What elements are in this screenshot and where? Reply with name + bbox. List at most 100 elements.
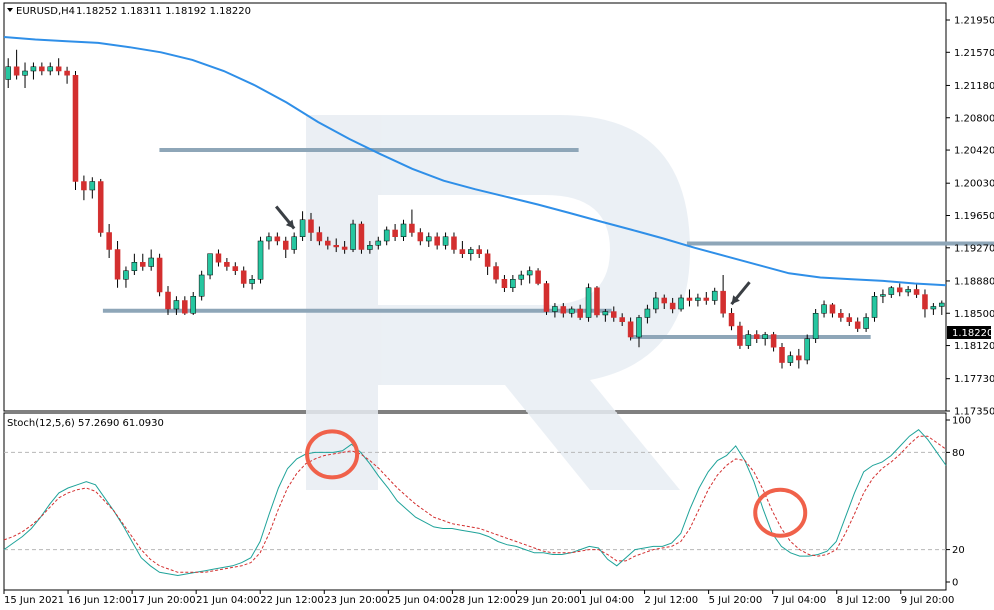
bull-candle-body	[123, 270, 129, 280]
bull-candle-body	[425, 236, 432, 242]
price-axis-label: 1.19270	[954, 243, 994, 254]
bull-candle-body	[249, 279, 255, 284]
bull-candle-body	[711, 290, 718, 301]
bear-candle-body	[81, 181, 87, 191]
bull-candle-body	[383, 229, 390, 242]
bull-candle-body	[350, 223, 356, 250]
bull-candle-body	[526, 270, 533, 276]
price-axis-label: 1.20420	[954, 146, 994, 157]
bear-candle-body	[140, 262, 146, 267]
bull-candle-body	[602, 311, 609, 316]
bull-candle-body	[636, 317, 642, 338]
bear-candle-body	[451, 236, 457, 250]
current-price-label: 1.18220	[952, 328, 993, 339]
bear-candle-body	[779, 347, 785, 363]
bear-candle-body	[796, 355, 802, 361]
bear-candle-body	[224, 262, 230, 267]
bear-candle-body	[737, 325, 743, 346]
candle	[358, 221, 365, 254]
bull-candle-body	[812, 313, 819, 339]
bull-candle-body	[468, 249, 474, 254]
ohlc-values: 1.18252 1.18311 1.18192 1.18220	[76, 6, 251, 17]
bear-candle-body	[106, 232, 112, 250]
bear-candle-body	[661, 297, 668, 304]
bull-candle-body	[653, 297, 659, 310]
bull-candle-body	[905, 289, 911, 293]
time-axis-label: 23 Jun 20:00	[324, 595, 388, 606]
indicator-panel[interactable]	[3, 412, 947, 591]
bull-candle-body	[552, 306, 558, 312]
candle	[585, 283, 592, 322]
trading-chart[interactable]: 1.21950 1.21570 1.21180 1.20800 1.20420 1.200…	[0, 0, 994, 610]
bear-candle-body	[854, 321, 861, 329]
bull-candle-body	[585, 287, 592, 318]
bear-candle-body	[611, 311, 617, 318]
time-axis-label: 5 Jul 20:00	[709, 595, 763, 606]
stochastic-axis-label: 20	[952, 545, 965, 556]
price-axis-label: 1.18880	[954, 276, 994, 287]
bear-candle-body	[165, 291, 171, 310]
bull-candle-body	[207, 253, 213, 276]
bull-candle-body	[787, 355, 794, 363]
price-axis-label: 1.18120	[954, 341, 994, 352]
bear-candle-body	[64, 70, 70, 76]
time-axis-label: 22 Jun 12:00	[260, 595, 324, 606]
time-axis-label: 29 Jun 20:00	[516, 595, 580, 606]
time-axis-label: 28 Jun 12:00	[452, 595, 516, 606]
current-price-marker: 1.18220	[947, 326, 993, 339]
time-axis-label: 21 Jun 04:00	[196, 595, 260, 606]
bear-candle-body	[417, 232, 424, 242]
bull-candle-body	[804, 338, 810, 361]
candle	[804, 334, 810, 365]
symbol-header: EURUSD,H4 1.18252 1.18311 1.18192 1.1822…	[7, 6, 251, 17]
bear-candle-body	[846, 317, 853, 322]
bear-candle-body	[922, 294, 928, 310]
bear-candle-body	[156, 257, 163, 293]
time-axis-label: 9 Jul 20:00	[901, 595, 955, 606]
time-axis-label: 15 Jun 2021	[4, 595, 64, 606]
stochastic-axis-label: 80	[952, 448, 965, 459]
time-axis-label: 25 Jun 04:00	[388, 595, 452, 606]
bull-candle-body	[257, 240, 264, 280]
bear-candle-body	[97, 181, 104, 233]
bull-candle-body	[644, 308, 651, 318]
bear-candle-body	[686, 297, 693, 301]
bear-candle-body	[274, 236, 281, 242]
bear-candle-body	[577, 308, 583, 318]
bull-candle-body	[22, 70, 28, 76]
bull-candle-body	[5, 66, 11, 80]
bear-candle-body	[232, 266, 239, 271]
bull-candle-body	[888, 287, 895, 295]
candle	[594, 286, 600, 318]
bear-candle-body	[594, 287, 600, 316]
price-axis-label: 1.20030	[954, 179, 994, 190]
bear-candle-body	[838, 313, 844, 318]
bear-candle-body	[240, 270, 247, 284]
bull-candle-body	[762, 334, 768, 339]
bear-candle-body	[215, 253, 222, 263]
bear-candle-body	[182, 300, 188, 314]
price-axis-label: 1.21570	[954, 48, 994, 59]
bull-candle-body	[510, 279, 516, 288]
candle	[72, 71, 79, 190]
bull-candle-body	[173, 300, 180, 310]
bear-candle-body	[896, 287, 903, 293]
candle	[543, 280, 550, 315]
candle	[257, 236, 264, 284]
bull-candle-body	[871, 296, 878, 318]
candle	[535, 268, 541, 286]
bear-candle-body	[720, 290, 726, 314]
bear-candle-body	[434, 236, 440, 246]
bull-candle-body	[568, 308, 575, 314]
bull-candle-body	[400, 223, 407, 237]
stochastic-axis-label: 0	[952, 578, 958, 589]
bear-candle-body	[829, 304, 836, 314]
price-axis-label: 1.18500	[954, 309, 994, 320]
price-axis-label: 1.21950	[954, 16, 994, 27]
bull-candle-body	[821, 304, 827, 314]
bull-candle-body	[695, 297, 701, 301]
bear-candle-body	[39, 66, 45, 72]
price-axis-label: 1.17730	[954, 374, 994, 385]
bear-candle-body	[543, 283, 550, 312]
bear-candle-body	[535, 270, 541, 284]
